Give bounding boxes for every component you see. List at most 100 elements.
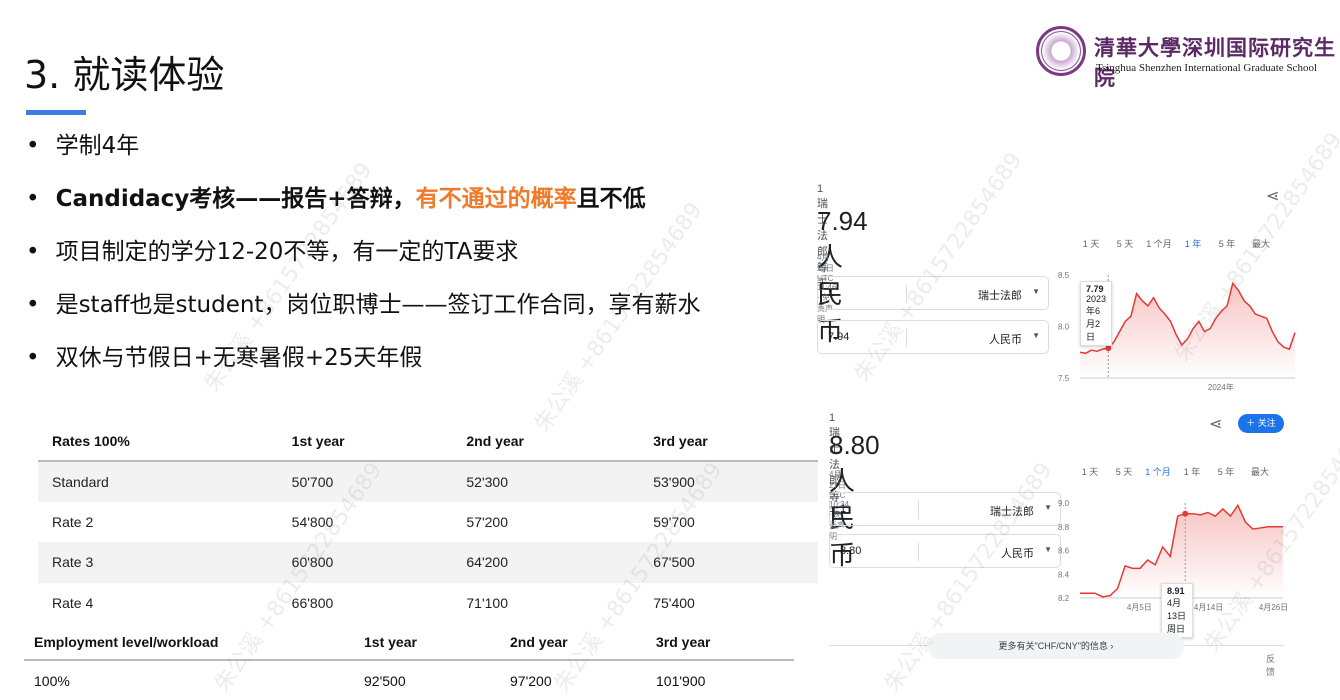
share-icon[interactable]: ⋖ xyxy=(1266,186,1279,206)
bullet-item: Candidacy考核——报告+答辩，有不通过的概率且不低 xyxy=(26,181,700,234)
range-tab[interactable]: 5 年 xyxy=(1210,237,1244,250)
cell: 75'400 xyxy=(653,594,695,611)
more-info-button[interactable]: 更多有关"CHF/CNY"的信息 › xyxy=(928,633,1184,659)
y-tick-label: 9.0 xyxy=(1058,499,1070,508)
bullet-item: 双休与节假日+无寒暑假+25天年假 xyxy=(26,340,700,393)
slide-title: 3. 就读体验 xyxy=(24,53,225,97)
currency-select[interactable]: 瑞士法郎 xyxy=(990,503,1034,519)
cell: Rate 2 xyxy=(52,513,94,530)
amount-value[interactable]: 1 xyxy=(828,287,834,299)
range-tab[interactable]: 1 个月 xyxy=(1142,237,1176,250)
currency-select[interactable]: 人民币 xyxy=(1001,545,1034,561)
amount-value[interactable]: 7.94 xyxy=(828,331,849,343)
range-tab[interactable]: 1 年 xyxy=(1176,237,1210,250)
cell: 60'800 xyxy=(277,542,453,583)
cell: 92'500 xyxy=(364,672,406,689)
cell: 59'700 xyxy=(653,513,695,530)
x-tick-label: 4月14日 xyxy=(1194,603,1223,612)
rates-table: Rates 100% 1st year 2nd year 3rd year Stand… xyxy=(38,421,818,623)
bullet-item: 项目制定的学分12-20不等，有一定的TA要求 xyxy=(26,234,700,287)
dropdown-arrow-icon[interactable]: ▼ xyxy=(1032,331,1040,340)
y-tick-label: 8.8 xyxy=(1058,523,1070,532)
range-tabs: 1 天5 天1 个月 1 年5 年最大 xyxy=(1074,237,1278,250)
bullet-text: Candidacy考核——报告+答辩， xyxy=(55,186,416,212)
range-tab[interactable]: 5 天 xyxy=(1108,237,1142,250)
table-row: 100% 92'500 97'200 101'900 xyxy=(24,660,794,700)
to-currency-input[interactable]: 7.94 人民币 ▼ xyxy=(817,320,1049,354)
y-tick-label: 8.6 xyxy=(1058,547,1070,556)
table-row: Rate 3 60'800 64'200 67'500 xyxy=(38,542,818,583)
from-currency-input[interactable]: 1 瑞士法郎 ▼ xyxy=(817,276,1049,310)
bullet-text: 学制4年 xyxy=(55,133,140,159)
y-tick-label: 8.4 xyxy=(1058,570,1070,579)
tooltip-date: 4月13日周日 xyxy=(1167,598,1187,634)
column-header: 1st year xyxy=(277,421,453,462)
range-tabs: 1 天5 天1 个月 1 年5 年最大 xyxy=(1073,465,1277,478)
bullet-list: 学制4年 Candidacy考核——报告+答辩，有不通过的概率且不低 项目制定的… xyxy=(26,128,701,393)
cell: 66'800 xyxy=(291,594,334,611)
cell: 53'900 xyxy=(639,461,818,502)
bullet-highlight: 有不通过的概率 xyxy=(415,186,577,212)
range-tab[interactable]: 5 年 xyxy=(1209,465,1243,478)
dropdown-arrow-icon[interactable]: ▼ xyxy=(1044,503,1052,512)
currency-select[interactable]: 人民币 xyxy=(989,331,1022,347)
column-header: 1st year xyxy=(354,624,500,661)
chart-tooltip: 7.79 2023年6月2日 xyxy=(1080,281,1113,346)
from-currency-input[interactable]: 1 瑞士法郎 ▼ xyxy=(829,492,1061,526)
column-header: 2nd year xyxy=(500,624,646,661)
bullet-item: 是staff也是student，岗位职博士——签订工作合同，享有薪水 xyxy=(26,287,701,340)
amount-value[interactable]: 1 xyxy=(840,503,846,515)
table-row: Standard 50'700 52'300 53'900 xyxy=(38,461,818,502)
range-tab[interactable]: 1 年 xyxy=(1175,465,1209,478)
dropdown-arrow-icon[interactable]: ▼ xyxy=(1032,287,1040,296)
column-header: Rates 100% xyxy=(38,421,278,462)
employment-table: Employment level/workload 1st year 2nd yea… xyxy=(24,624,794,700)
x-tick-label: 2024年 xyxy=(1208,382,1234,392)
cell: 54'800 xyxy=(291,513,334,530)
y-tick-label: 8.2 xyxy=(1058,594,1070,603)
amount-value[interactable]: 8.80 xyxy=(840,545,861,557)
logo-english-name: Tsinghua Shenzhen International Graduate… xyxy=(1096,62,1317,74)
cell: Rate 4 xyxy=(52,594,94,611)
area-fill xyxy=(1080,283,1295,378)
bullet-text: 且不低 xyxy=(576,186,646,212)
tooltip-value: 7.79 xyxy=(1086,284,1104,294)
y-tick-label: 7.5 xyxy=(1058,374,1070,383)
follow-button[interactable]: ＋ 关注 xyxy=(1238,414,1284,433)
x-tick-label: 4月5日 xyxy=(1127,603,1152,612)
range-tab[interactable]: 5 天 xyxy=(1107,465,1141,478)
range-tab[interactable]: 1 天 xyxy=(1073,465,1107,478)
range-tab[interactable]: 1 个月 xyxy=(1141,465,1175,478)
hover-point xyxy=(1182,510,1189,517)
range-tab[interactable]: 最大 xyxy=(1244,237,1278,250)
bullet-text: 是staff也是student，岗位职博士——签订工作合同，享有薪水 xyxy=(55,292,701,318)
feedback-link[interactable]: 反馈 xyxy=(1266,652,1275,678)
x-tick-label: 4月26日 xyxy=(1259,603,1288,612)
column-header: 3rd year xyxy=(639,421,818,462)
cell: 71'100 xyxy=(466,594,508,611)
range-tab[interactable]: 1 天 xyxy=(1074,237,1108,250)
share-icon[interactable]: ⋖ xyxy=(1209,414,1222,434)
column-header: 2nd year xyxy=(452,421,640,462)
cell: 97'200 xyxy=(510,672,552,689)
to-currency-input[interactable]: 8.80 人民币 ▼ xyxy=(829,534,1061,568)
university-seal-logo xyxy=(1036,26,1086,76)
dropdown-arrow-icon[interactable]: ▼ xyxy=(1044,545,1052,554)
hover-point xyxy=(1105,345,1112,352)
chart-tooltip: 8.91 4月13日周日 xyxy=(1161,583,1194,638)
title-underline xyxy=(26,110,86,115)
cell: 64'200 xyxy=(452,542,640,583)
bullet-text: 双休与节假日+无寒暑假+25天年假 xyxy=(55,345,423,371)
cell: 67'500 xyxy=(639,542,818,583)
cell: 57'200 xyxy=(466,513,508,530)
cell: Standard xyxy=(38,461,278,502)
column-header: 3rd year xyxy=(646,624,794,661)
range-tab[interactable]: 最大 xyxy=(1243,465,1277,478)
cell: 101'900 xyxy=(656,672,706,689)
bullet-item: 学制4年 xyxy=(26,128,700,181)
currency-select[interactable]: 瑞士法郎 xyxy=(978,287,1022,303)
cell: 50'700 xyxy=(277,461,453,502)
column-header: Employment level/workload xyxy=(24,624,354,661)
tooltip-date: 2023年6月2日 xyxy=(1086,294,1107,342)
y-tick-label: 8.5 xyxy=(1058,271,1070,280)
